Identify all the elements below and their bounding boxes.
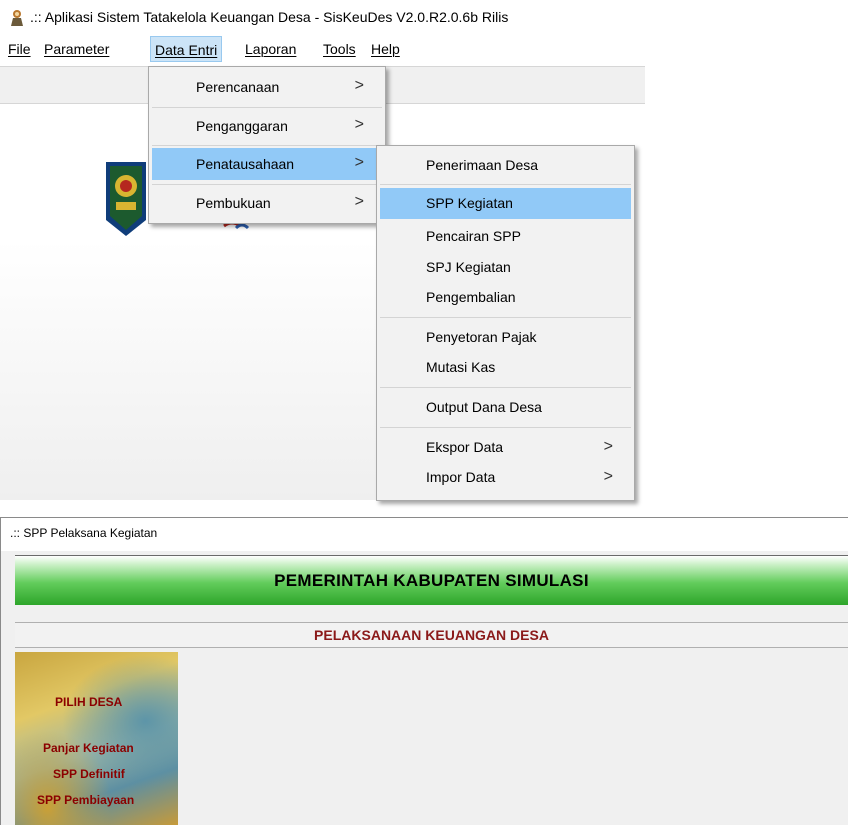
menu-item-label: Ekspor Data bbox=[426, 439, 504, 455]
menu-item-penganggaran[interactable]: Penganggaran > bbox=[152, 110, 382, 142]
menu-item-label: SPP Kegiatan bbox=[426, 195, 513, 211]
menu-item-mutasi-kas[interactable]: Mutasi Kas bbox=[380, 352, 631, 383]
chevron-right-icon: > bbox=[603, 468, 613, 485]
menu-item-label: Pembukuan bbox=[196, 195, 271, 211]
menu-separator bbox=[152, 107, 382, 108]
menu-separator bbox=[380, 317, 631, 318]
menu-separator bbox=[152, 145, 382, 146]
menu-help[interactable]: Help bbox=[371, 41, 400, 57]
menu-item-output-dana-desa[interactable]: Output Dana Desa bbox=[380, 392, 631, 423]
menu-item-label: Penerimaan Desa bbox=[426, 157, 539, 173]
side-menu-pilih-desa[interactable]: PILIH DESA bbox=[55, 695, 122, 709]
menu-parameter[interactable]: Parameter bbox=[44, 41, 109, 57]
menu-item-penatausahaan[interactable]: Penatausahaan > bbox=[152, 148, 382, 180]
menu-item-ekspor-data[interactable]: Ekspor Data > bbox=[380, 432, 631, 463]
menu-separator bbox=[380, 387, 631, 388]
menu-laporan[interactable]: Laporan bbox=[245, 41, 296, 57]
spp-window-title: .:: SPP Pelaksana Kegiatan bbox=[10, 526, 158, 540]
menu-data-entri[interactable]: Data Entri bbox=[150, 36, 223, 62]
menu-item-label: Penganggaran bbox=[196, 118, 288, 134]
menu-item-label: Impor Data bbox=[426, 469, 496, 485]
menu-item-label: Pengembalian bbox=[426, 289, 516, 305]
menu-item-pengembalian[interactable]: Pengembalian bbox=[380, 282, 631, 313]
side-menu-panjar-kegiatan[interactable]: Panjar Kegiatan bbox=[43, 741, 134, 755]
menu-separator bbox=[380, 427, 631, 428]
menu-item-penerimaan-desa[interactable]: Penerimaan Desa bbox=[380, 150, 631, 181]
desktop-background bbox=[0, 240, 380, 500]
menu-file[interactable]: File bbox=[8, 41, 31, 57]
chevron-right-icon: > bbox=[354, 193, 364, 210]
menu-item-label: Penatausahaan bbox=[196, 156, 295, 172]
menu-item-label: Penyetoran Pajak bbox=[426, 329, 537, 345]
menu-item-spp-kegiatan[interactable]: SPP Kegiatan bbox=[380, 188, 631, 219]
menu-tools[interactable]: Tools bbox=[323, 41, 356, 57]
menu-item-perencanaan[interactable]: Perencanaan > bbox=[152, 71, 382, 103]
menu-separator bbox=[152, 184, 382, 185]
side-menu-spp-definitif[interactable]: SPP Definitif bbox=[53, 767, 125, 781]
menu-item-label: SPJ Kegiatan bbox=[426, 259, 511, 275]
content-area bbox=[178, 652, 848, 825]
chevron-right-icon: > bbox=[603, 438, 613, 455]
side-menu-panel: PILIH DESA Panjar Kegiatan SPP Definitif… bbox=[15, 652, 178, 825]
menu-item-spj-kegiatan[interactable]: SPJ Kegiatan bbox=[380, 252, 631, 283]
chevron-right-icon: > bbox=[354, 77, 364, 94]
side-menu-spp-pembiayaan[interactable]: SPP Pembiayaan bbox=[37, 793, 134, 807]
subheader-title: PELAKSANAAN KEUANGAN DESA bbox=[314, 627, 549, 643]
window-title: .:: Aplikasi Sistem Tatakelola Keuangan … bbox=[30, 9, 509, 25]
menu-item-pencairan-spp[interactable]: Pencairan SPP bbox=[380, 221, 631, 252]
menu-item-label: Perencanaan bbox=[196, 79, 280, 95]
data-entri-menu: Perencanaan > Penganggaran > Penatausaha… bbox=[148, 66, 386, 224]
menu-item-label: Output Dana Desa bbox=[426, 399, 542, 415]
penatausahaan-submenu: Penerimaan Desa SPP Kegiatan Pencairan S… bbox=[376, 145, 635, 501]
menu-bar: File Parameter Data Entri Laporan Tools … bbox=[0, 36, 848, 64]
menu-item-impor-data[interactable]: Impor Data > bbox=[380, 462, 631, 493]
app-logo-icon bbox=[11, 10, 23, 26]
menu-item-label: Mutasi Kas bbox=[426, 359, 496, 375]
header-title: PEMERINTAH KABUPATEN SIMULASI bbox=[274, 571, 589, 590]
chevron-right-icon: > bbox=[354, 116, 364, 133]
garuda-emblem-icon bbox=[106, 162, 146, 236]
menu-item-penyetoran-pajak[interactable]: Penyetoran Pajak bbox=[380, 322, 631, 353]
chevron-right-icon: > bbox=[354, 154, 364, 171]
menu-item-pembukuan[interactable]: Pembukuan > bbox=[152, 187, 382, 219]
menu-item-label: Pencairan SPP bbox=[426, 228, 521, 244]
menu-separator bbox=[380, 184, 631, 185]
